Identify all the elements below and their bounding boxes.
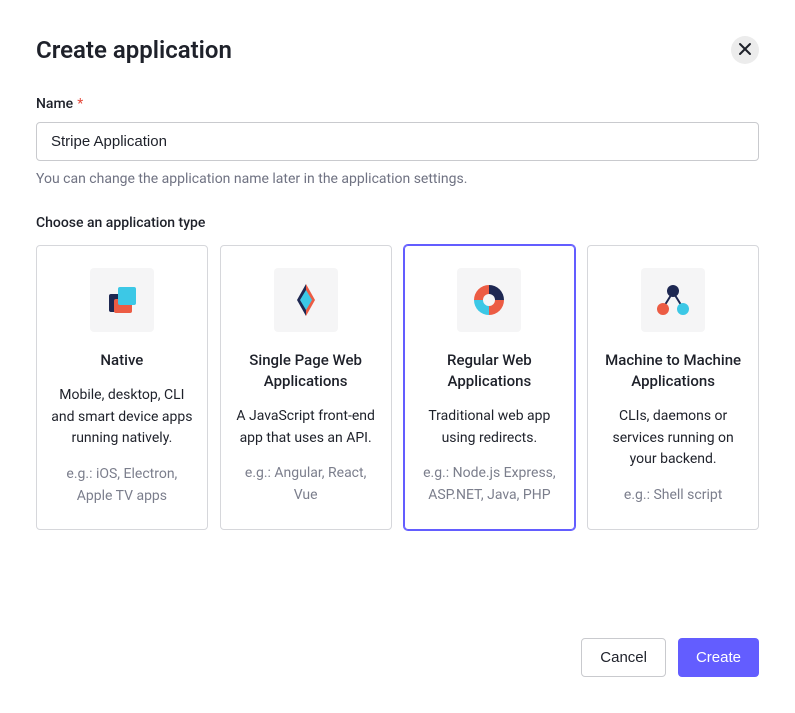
type-desc: CLIs, daemons or services running on you… (602, 406, 744, 471)
type-section: Choose an application type Native Mobile… (36, 215, 759, 530)
type-example: e.g.: Shell script (624, 485, 722, 507)
regular-web-icon (457, 268, 521, 332)
type-section-label: Choose an application type (36, 215, 759, 231)
type-card-regular-web[interactable]: Regular Web Applications Traditional web… (404, 245, 576, 530)
dialog-footer: Cancel Create (581, 638, 759, 677)
type-desc: Traditional web app using redirects. (419, 406, 561, 449)
type-card-native[interactable]: Native Mobile, desktop, CLI and smart de… (36, 245, 208, 530)
close-button[interactable] (731, 36, 759, 64)
type-title: Regular Web Applications (419, 350, 561, 392)
name-input[interactable] (36, 122, 759, 161)
name-hint: You can change the application name late… (36, 171, 759, 187)
type-title: Single Page Web Applications (235, 350, 377, 392)
close-icon (738, 42, 752, 59)
type-title: Machine to Machine Applications (602, 350, 744, 392)
type-card-m2m[interactable]: Machine to Machine Applications CLIs, da… (587, 245, 759, 530)
create-button[interactable]: Create (678, 638, 759, 677)
required-indicator: * (77, 96, 83, 112)
type-example: e.g.: Node.js Express, ASP.NET, Java, PH… (419, 463, 561, 506)
spa-icon (274, 268, 338, 332)
type-desc: Mobile, desktop, CLI and smart device ap… (51, 385, 193, 450)
dialog-title: Create application (36, 36, 232, 64)
name-field-group: Name * You can change the application na… (36, 96, 759, 187)
type-card-spa[interactable]: Single Page Web Applications A JavaScrip… (220, 245, 392, 530)
name-label-row: Name * (36, 96, 759, 112)
name-label: Name (36, 96, 73, 112)
type-title: Native (100, 350, 143, 371)
m2m-icon (641, 268, 705, 332)
dialog-header: Create application (36, 36, 759, 64)
native-icon (90, 268, 154, 332)
type-example: e.g.: iOS, Electron, Apple TV apps (51, 464, 193, 507)
type-grid: Native Mobile, desktop, CLI and smart de… (36, 245, 759, 530)
type-desc: A JavaScript front-end app that uses an … (235, 406, 377, 449)
cancel-button[interactable]: Cancel (581, 638, 666, 677)
type-example: e.g.: Angular, React, Vue (235, 463, 377, 506)
